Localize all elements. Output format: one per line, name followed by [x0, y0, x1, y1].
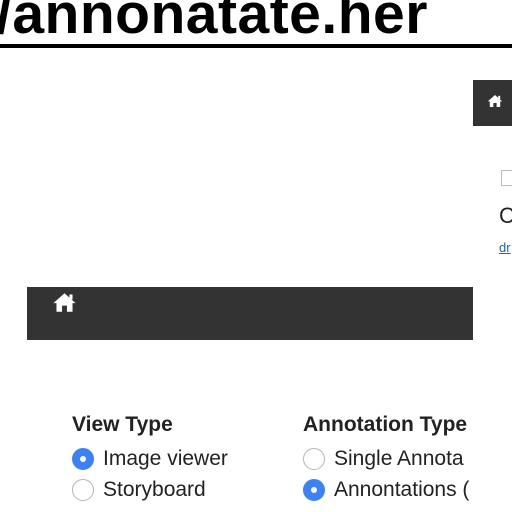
option-label: Annontations (	[334, 477, 470, 501]
view-type-title: View Type	[72, 413, 173, 436]
annotation-option-single[interactable]: Single Annota	[303, 443, 473, 474]
checkbox[interactable]	[501, 170, 512, 186]
home-icon[interactable]	[487, 94, 503, 113]
radio-image-viewer[interactable]	[72, 447, 94, 470]
option-label: Single Annota	[334, 446, 464, 470]
home-icon[interactable]	[52, 292, 77, 318]
radio-annotations[interactable]	[303, 478, 325, 501]
right-navbar	[473, 80, 512, 126]
view-type-group: View Type Image viewer Storyboard	[72, 412, 228, 505]
option-label: Storyboard	[103, 477, 206, 501]
annotation-type-title: Annotation Type	[303, 413, 468, 436]
navbar	[27, 287, 473, 340]
annotation-type-group: Annotation Type Single Annota Annontatio…	[303, 412, 473, 505]
right-link[interactable]: dr	[499, 240, 511, 255]
option-label: Image viewer	[103, 446, 228, 470]
right-heading: C	[499, 203, 512, 228]
annotation-option-multiple[interactable]: Annontations (	[303, 474, 473, 505]
view-option-storyboard[interactable]: Storyboard	[72, 474, 228, 505]
view-option-image-viewer[interactable]: Image viewer	[72, 443, 228, 474]
url-underline	[0, 44, 512, 48]
url-banner: /annonatate.her	[0, 0, 428, 46]
radio-storyboard[interactable]	[72, 478, 94, 501]
radio-single-annotation[interactable]	[303, 447, 325, 470]
